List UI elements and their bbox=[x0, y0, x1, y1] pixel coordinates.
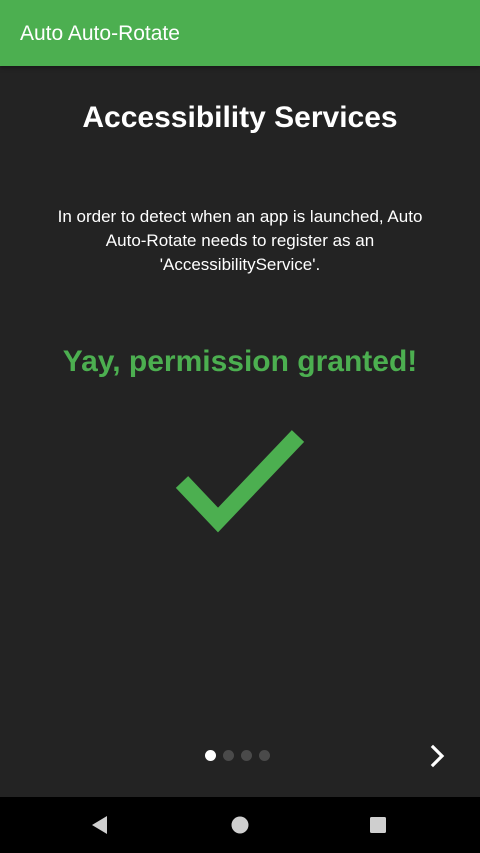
app-bar: Auto Auto-Rotate bbox=[0, 0, 480, 66]
page-description: In order to detect when an app is launch… bbox=[57, 207, 423, 274]
page-heading: Accessibility Services bbox=[82, 101, 398, 134]
page-indicator bbox=[205, 750, 270, 761]
app-title: Auto Auto-Rotate bbox=[20, 22, 180, 45]
onboarding-page: Accessibility Services In order to detec… bbox=[0, 66, 480, 797]
chevron-right-icon bbox=[430, 744, 445, 768]
back-button[interactable] bbox=[82, 807, 118, 843]
recents-button[interactable] bbox=[360, 807, 396, 843]
checkmark-icon bbox=[175, 430, 305, 533]
page-dot bbox=[259, 750, 270, 761]
page-dot bbox=[241, 750, 252, 761]
system-nav-bar bbox=[0, 797, 480, 853]
screen: Auto Auto-Rotate Accessibility Services … bbox=[0, 0, 480, 853]
recents-square-icon bbox=[370, 817, 386, 833]
home-button[interactable] bbox=[222, 807, 258, 843]
page-dot-active bbox=[205, 750, 216, 761]
back-triangle-icon bbox=[92, 816, 107, 834]
home-circle-icon bbox=[231, 816, 249, 834]
next-button[interactable] bbox=[420, 738, 456, 774]
permission-status: Yay, permission granted! bbox=[62, 345, 418, 378]
page-dot bbox=[223, 750, 234, 761]
